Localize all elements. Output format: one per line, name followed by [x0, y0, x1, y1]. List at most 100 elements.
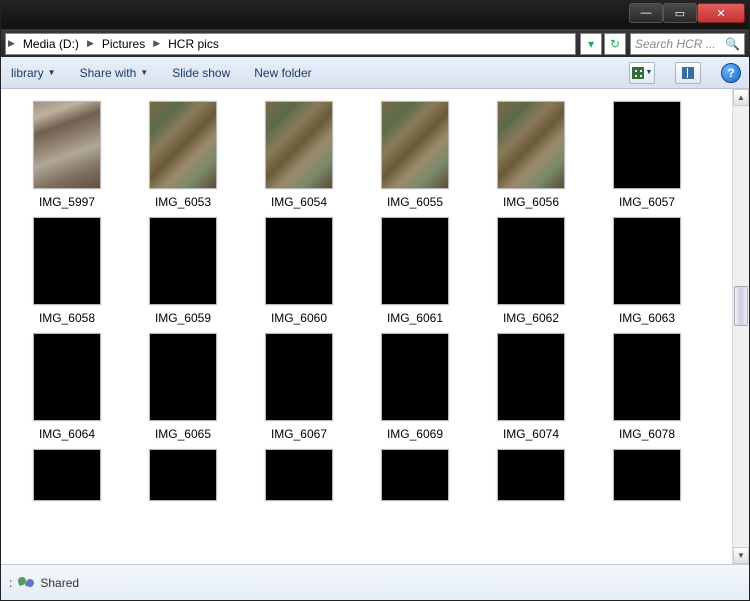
grid-icon	[632, 67, 644, 79]
file-item[interactable]: IMG_6053	[125, 97, 241, 213]
file-name-label: IMG_6062	[503, 311, 559, 325]
status-label: Shared	[40, 576, 79, 590]
help-button[interactable]: ?	[721, 63, 741, 83]
file-thumbnail	[381, 333, 449, 421]
command-bar: library ▼ Share with ▼ Slide show New fo…	[1, 57, 749, 89]
file-item[interactable]: IMG_6063	[589, 213, 705, 329]
file-item[interactable]	[589, 445, 705, 505]
file-item[interactable]: IMG_6067	[241, 329, 357, 445]
address-dropdown-button[interactable]: ▾	[580, 33, 602, 55]
newfolder-label: New folder	[254, 66, 311, 80]
file-item[interactable]: IMG_6056	[473, 97, 589, 213]
scroll-track[interactable]	[733, 106, 749, 547]
file-thumbnail	[265, 217, 333, 305]
chevron-right-icon: ▶	[151, 38, 162, 49]
content-area: IMG_5997 IMG_6053 IMG_6054 IMG_6055 IMG_6056…	[1, 89, 749, 564]
file-thumbnail	[149, 449, 217, 501]
chevron-down-icon: ▼	[48, 68, 56, 77]
file-name-label: IMG_6059	[155, 311, 211, 325]
change-view-button[interactable]: ▼	[629, 62, 655, 84]
file-thumbnail	[33, 217, 101, 305]
file-thumbnail	[149, 217, 217, 305]
file-name-label: IMG_6063	[619, 311, 675, 325]
file-item[interactable]: IMG_6060	[241, 213, 357, 329]
close-button[interactable]: ✕	[697, 3, 745, 23]
file-thumbnail	[613, 333, 681, 421]
file-thumbnail	[497, 101, 565, 189]
slideshow-button[interactable]: Slide show	[170, 62, 232, 84]
refresh-button[interactable]: ↻	[604, 33, 626, 55]
file-name-label: IMG_6061	[387, 311, 443, 325]
file-item[interactable]: IMG_6055	[357, 97, 473, 213]
chevron-right-icon: ▶	[85, 38, 96, 49]
file-thumbnail	[265, 449, 333, 501]
title-bar: — ▭ ✕	[1, 1, 749, 29]
file-item[interactable]	[241, 445, 357, 505]
window-controls: — ▭ ✕	[629, 3, 745, 23]
file-name-label: IMG_6065	[155, 427, 211, 441]
pane-icon	[682, 67, 694, 79]
file-name-label: IMG_6074	[503, 427, 559, 441]
maximize-button[interactable]: ▭	[663, 3, 697, 23]
file-item[interactable]: IMG_6065	[125, 329, 241, 445]
file-name-label: IMG_5997	[39, 195, 95, 209]
file-item[interactable]	[473, 445, 589, 505]
breadcrumb-item[interactable]: Media (D:)	[17, 34, 85, 54]
chevron-right-icon: ▶	[6, 38, 17, 49]
search-input[interactable]: Search HCR ... 🔍	[630, 33, 745, 55]
file-item[interactable]	[9, 445, 125, 505]
file-thumbnail	[613, 217, 681, 305]
file-item[interactable]: IMG_6064	[9, 329, 125, 445]
file-thumbnail	[381, 449, 449, 501]
file-item[interactable]: IMG_6061	[357, 213, 473, 329]
file-item[interactable]: IMG_6078	[589, 329, 705, 445]
file-thumbnail	[149, 101, 217, 189]
file-item[interactable]: IMG_6058	[9, 213, 125, 329]
share-with-button[interactable]: Share with ▼	[78, 62, 151, 84]
shared-icon	[18, 575, 34, 591]
file-item[interactable]: IMG_6069	[357, 329, 473, 445]
file-thumbnail	[497, 449, 565, 501]
vertical-scrollbar[interactable]: ▲ ▼	[732, 89, 749, 564]
file-item[interactable]: IMG_6057	[589, 97, 705, 213]
file-name-label: IMG_6058	[39, 311, 95, 325]
preview-pane-button[interactable]	[675, 62, 701, 84]
search-icon: 🔍	[725, 37, 740, 51]
file-grid: IMG_5997 IMG_6053 IMG_6054 IMG_6055 IMG_6056…	[1, 89, 732, 564]
file-name-label: IMG_6069	[387, 427, 443, 441]
scroll-thumb[interactable]	[734, 286, 748, 326]
file-thumbnail	[381, 217, 449, 305]
file-thumbnail	[33, 333, 101, 421]
search-placeholder: Search HCR ...	[635, 37, 716, 51]
file-name-label: IMG_6057	[619, 195, 675, 209]
include-in-library-button[interactable]: library ▼	[9, 62, 58, 84]
minimize-button[interactable]: —	[629, 3, 663, 23]
file-thumbnail	[265, 101, 333, 189]
file-thumbnail	[613, 101, 681, 189]
explorer-window: — ▭ ✕ ▶ Media (D:) ▶ Pictures ▶ HCR pics…	[0, 0, 750, 601]
breadcrumb-item[interactable]: HCR pics	[162, 34, 225, 54]
file-item[interactable]	[125, 445, 241, 505]
file-item[interactable]: IMG_5997	[9, 97, 125, 213]
address-side-controls: ▾ ↻	[580, 33, 626, 55]
file-name-label: IMG_6055	[387, 195, 443, 209]
file-thumbnail	[497, 217, 565, 305]
file-thumbnail	[265, 333, 333, 421]
details-pane: : Shared	[1, 564, 749, 600]
file-thumbnail	[381, 101, 449, 189]
file-name-label: IMG_6054	[271, 195, 327, 209]
file-thumbnail	[33, 449, 101, 501]
file-item[interactable]: IMG_6062	[473, 213, 589, 329]
scroll-down-button[interactable]: ▼	[733, 547, 749, 564]
file-item[interactable]	[357, 445, 473, 505]
new-folder-button[interactable]: New folder	[252, 62, 313, 84]
file-item[interactable]: IMG_6059	[125, 213, 241, 329]
share-label: Share with	[80, 66, 137, 80]
status-prefix: :	[9, 576, 12, 590]
file-item[interactable]: IMG_6054	[241, 97, 357, 213]
scroll-up-button[interactable]: ▲	[733, 89, 749, 106]
chevron-down-icon: ▼	[140, 68, 148, 77]
file-item[interactable]: IMG_6074	[473, 329, 589, 445]
breadcrumb[interactable]: ▶ Media (D:) ▶ Pictures ▶ HCR pics	[5, 33, 576, 55]
breadcrumb-item[interactable]: Pictures	[96, 34, 151, 54]
